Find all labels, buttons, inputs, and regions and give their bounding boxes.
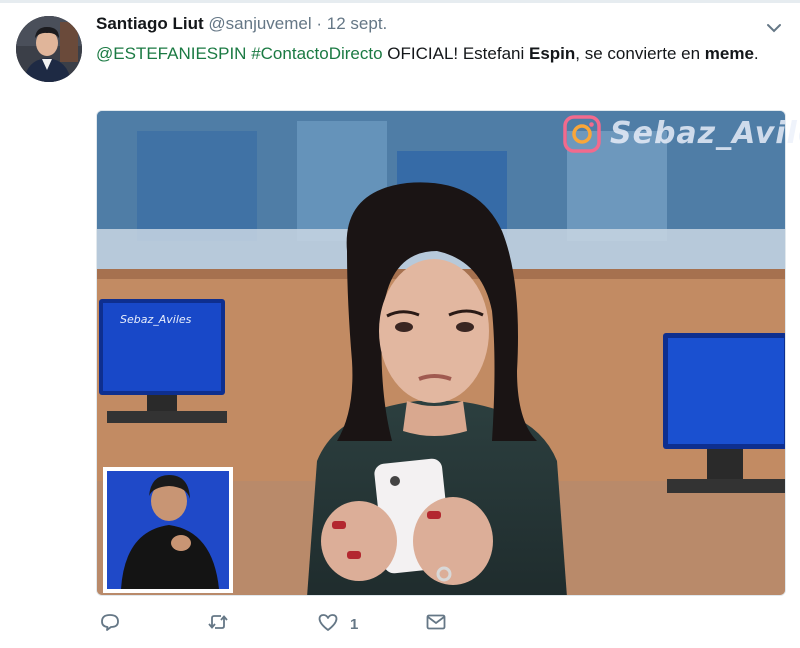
chevron-down-icon[interactable] xyxy=(764,18,784,38)
like-count: 1 xyxy=(350,615,359,633)
top-divider xyxy=(0,0,800,3)
author-handle[interactable]: @sanjuvemel xyxy=(208,14,311,33)
separator-dot: · xyxy=(316,14,323,33)
tweet-media-image[interactable] xyxy=(96,110,786,596)
avatar[interactable] xyxy=(16,16,82,82)
like-button[interactable]: 1 xyxy=(316,610,358,638)
tweet-text-bold: Espin xyxy=(529,44,576,63)
tweet-text-part: . xyxy=(753,44,759,63)
heart-icon xyxy=(316,610,340,639)
instagram-icon xyxy=(562,114,602,154)
tweet-date[interactable]: 12 sept. xyxy=(327,14,388,33)
tweet-actions: 1 xyxy=(96,610,496,640)
envelope-icon xyxy=(424,610,448,639)
reply-icon xyxy=(98,610,122,639)
retweet-button[interactable] xyxy=(206,610,230,638)
tweet-text-part: , se convierte en xyxy=(575,44,705,63)
reply-button[interactable] xyxy=(98,610,122,638)
tweet-header: Santiago Liut @sanjuvemel · 12 sept. xyxy=(96,14,387,34)
media-watermark: Sebaz_Aviles xyxy=(610,116,800,151)
hashtag-link[interactable]: #ContactoDirecto xyxy=(251,44,382,63)
tweet-text: @ESTEFANIESPIN #ContactoDirecto OFICIAL!… xyxy=(96,41,786,67)
tweet-text-bold: meme xyxy=(704,44,754,63)
author-name[interactable]: Santiago Liut xyxy=(96,14,204,33)
message-button[interactable] xyxy=(424,610,448,638)
tweet-text-part: OFICIAL! Estefani xyxy=(382,44,529,63)
media-watermark-small: Sebaz_Aviles xyxy=(120,313,192,326)
mention-link[interactable]: @ESTEFANIESPIN xyxy=(96,44,246,63)
retweet-icon xyxy=(206,610,230,639)
